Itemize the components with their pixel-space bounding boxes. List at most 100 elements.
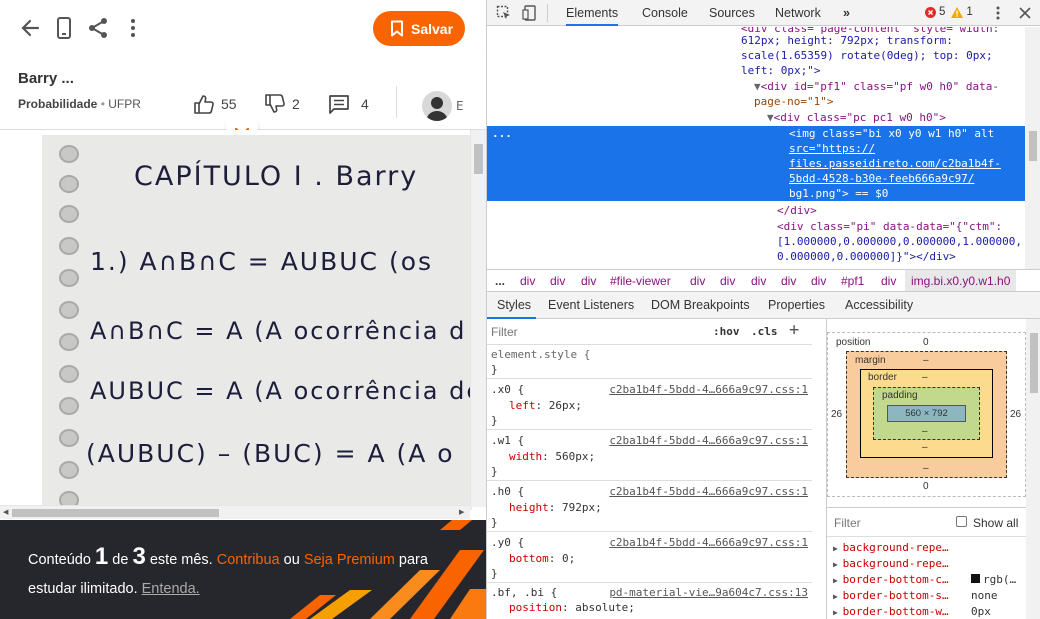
tab-event-listeners[interactable]: Event Listeners bbox=[548, 298, 634, 312]
dom-line[interactable]: [1.000000,0.000000,0.000000,1.000000, bbox=[777, 234, 1022, 249]
kebab-menu-icon[interactable] bbox=[991, 6, 1005, 20]
save-button[interactable]: Salvar bbox=[373, 11, 465, 46]
scrollbar-thumb[interactable] bbox=[1030, 333, 1038, 393]
like-button[interactable]: 55 bbox=[193, 94, 237, 114]
avatar[interactable] bbox=[422, 91, 452, 121]
dom-text: bg1.png"> == $0 bbox=[789, 187, 889, 200]
tab-styles[interactable]: Styles bbox=[487, 292, 536, 319]
breadcrumb-item[interactable]: div bbox=[520, 274, 535, 288]
dom-tree[interactable]: <div class="page-content" style="width: … bbox=[487, 27, 1040, 269]
position-bottom-value: 0 bbox=[923, 481, 929, 492]
rule-declaration[interactable]: height: 792px; bbox=[509, 500, 602, 515]
more-tabs-button[interactable]: » bbox=[843, 6, 850, 20]
inspect-element-icon[interactable] bbox=[496, 5, 512, 21]
dom-line[interactable]: left: 0px;"> bbox=[741, 63, 820, 78]
more-options-icon[interactable] bbox=[120, 15, 146, 41]
rule-declaration[interactable]: left: 26px; bbox=[509, 398, 582, 413]
thumbs-down-icon bbox=[265, 94, 285, 113]
dom-line[interactable]: page-no="1"> bbox=[754, 94, 833, 109]
tab-elements[interactable]: Elements bbox=[566, 0, 619, 26]
dom-line[interactable]: 612px; height: 792px; transform: bbox=[741, 33, 953, 48]
computed-property[interactable]: ▶ background-repe… bbox=[833, 557, 1033, 570]
dom-line[interactable]: scale(1.65359) rotate(0deg); top: 0px; bbox=[741, 48, 993, 63]
institution-label[interactable]: UFPR bbox=[108, 97, 141, 111]
breadcrumb-item[interactable]: div bbox=[550, 274, 565, 288]
tab-console[interactable]: Console bbox=[642, 6, 688, 20]
show-all-checkbox[interactable] bbox=[956, 516, 967, 527]
selected-dom-node[interactable]: ... <img class="bi x0 y0 w1 h0" alt src=… bbox=[487, 126, 1025, 201]
breadcrumb-item[interactable]: ... bbox=[495, 274, 505, 288]
dom-scrollbar[interactable] bbox=[1025, 27, 1040, 269]
premium-link[interactable]: Seja Premium bbox=[304, 552, 395, 568]
tab-accessibility[interactable]: Accessibility bbox=[845, 298, 913, 312]
dom-text: </div> bbox=[777, 204, 817, 217]
dom-text: 0.000000,0.000000]}"></div> bbox=[777, 250, 956, 263]
breadcrumb-item[interactable]: div bbox=[690, 274, 705, 288]
dom-line[interactable]: ▼<div class="pc pc1 w0 h0"> bbox=[767, 110, 946, 125]
issues-counter[interactable]: 5 1 bbox=[925, 6, 973, 18]
tab-sources[interactable]: Sources bbox=[709, 6, 755, 20]
rule-source-link[interactable]: c2ba1b4f-5bdd-4…666a9c97.css:1 bbox=[609, 535, 808, 550]
styles-filter-input[interactable] bbox=[491, 323, 701, 341]
subject-label[interactable]: Probabilidade bbox=[18, 97, 97, 111]
breadcrumb-item[interactable]: div bbox=[811, 274, 826, 288]
margin-top-value: – bbox=[923, 355, 929, 366]
class-toggle[interactable]: .cls bbox=[751, 325, 778, 338]
computed-scrollbar[interactable] bbox=[1026, 319, 1040, 619]
rule-source-link[interactable]: c2ba1b4f-5bdd-4…666a9c97.css:1 bbox=[609, 484, 808, 499]
rule-declaration[interactable]: width: 560px; bbox=[509, 449, 595, 464]
horizontal-scrollbar[interactable]: ◀ ▶ bbox=[0, 505, 470, 519]
padding-box[interactable]: padding – 560 × 792 bbox=[873, 387, 980, 440]
border-box[interactable]: border – – padding – 560 × 792 bbox=[860, 369, 993, 458]
dom-line[interactable]: 0.000000,0.000000]}"></div> bbox=[777, 249, 956, 264]
tab-network[interactable]: Network bbox=[775, 6, 821, 20]
rule-declaration[interactable]: bottom: 0; bbox=[509, 551, 575, 566]
rule-source-link[interactable]: c2ba1b4f-5bdd-4…666a9c97.css:1 bbox=[609, 382, 808, 397]
dom-ellipsis[interactable]: ... bbox=[492, 126, 512, 141]
breadcrumb-item[interactable]: #file-viewer bbox=[610, 274, 671, 288]
scrollbar-thumb[interactable] bbox=[474, 144, 483, 174]
hover-state-toggle[interactable]: :hov bbox=[713, 325, 740, 338]
back-arrow-icon[interactable] bbox=[18, 15, 44, 41]
style-rule: element.style { } bbox=[487, 346, 812, 379]
vertical-scrollbar[interactable] bbox=[470, 130, 486, 507]
dislike-button[interactable]: 2 bbox=[264, 94, 300, 114]
computed-property[interactable]: ▶ border-bottom-c… rgb(… bbox=[833, 573, 1033, 586]
device-toolbar-icon[interactable] bbox=[522, 5, 538, 21]
breadcrumb-item[interactable]: #pf1 bbox=[841, 274, 864, 288]
computed-property[interactable]: ▶ background-repe… bbox=[833, 541, 1033, 554]
dom-line[interactable]: <div class="pi" data-data="{"ctm": bbox=[777, 219, 1002, 234]
breadcrumb-item[interactable]: div bbox=[581, 274, 596, 288]
rule-declaration[interactable]: position: absolute; bbox=[509, 600, 635, 615]
breadcrumb-item[interactable]: div bbox=[751, 274, 766, 288]
close-icon[interactable] bbox=[1018, 6, 1032, 20]
scroll-right-arrow-icon[interactable]: ▶ bbox=[459, 508, 464, 516]
contribute-link[interactable]: Contribua bbox=[217, 552, 280, 568]
color-swatch[interactable] bbox=[971, 574, 980, 583]
share-icon[interactable] bbox=[85, 15, 111, 41]
document-page-viewport[interactable]: CAPÍTULO I . Barry 1.) A∩B∩C = AUBUC (os… bbox=[0, 130, 486, 520]
rule-source-link[interactable]: pd-material-vie…9a604c7.css:13 bbox=[609, 585, 808, 600]
margin-box[interactable]: margin – – border – – padding – 560 × 79… bbox=[846, 351, 1007, 478]
computed-property[interactable]: ▶ border-bottom-s… none bbox=[833, 589, 1033, 602]
computed-property[interactable]: ▶ border-bottom-w… 0px bbox=[833, 605, 1033, 618]
breadcrumb-item[interactable]: div bbox=[881, 274, 896, 288]
mobile-device-icon[interactable] bbox=[51, 15, 77, 41]
breadcrumb-item[interactable]: div bbox=[781, 274, 796, 288]
new-rule-icon[interactable]: + bbox=[789, 320, 799, 340]
rule-source-link[interactable]: c2ba1b4f-5bdd-4…666a9c97.css:1 bbox=[609, 433, 808, 448]
comments-button[interactable]: 4 bbox=[328, 94, 369, 114]
learn-more-link[interactable]: Entenda. bbox=[142, 581, 200, 597]
dom-line[interactable]: ▼<div id="pf1" class="pf w0 h0" data- bbox=[754, 79, 999, 94]
scrollbar-thumb[interactable] bbox=[1029, 131, 1037, 161]
tab-dom-breakpoints[interactable]: DOM Breakpoints bbox=[651, 298, 750, 312]
content-box[interactable]: 560 × 792 bbox=[887, 405, 966, 422]
scrollbar-thumb[interactable] bbox=[12, 509, 219, 517]
scroll-left-arrow-icon[interactable]: ◀ bbox=[3, 508, 8, 516]
banner-text-part: ou bbox=[279, 552, 304, 568]
dom-line[interactable]: </div> bbox=[777, 203, 817, 218]
breadcrumb-item[interactable]: div bbox=[720, 274, 735, 288]
tab-properties[interactable]: Properties bbox=[768, 298, 825, 312]
breadcrumb-item-selected[interactable]: img.bi.x0.y0.w1.h0 bbox=[905, 270, 1017, 291]
computed-filter-input[interactable]: Filter bbox=[834, 516, 861, 530]
